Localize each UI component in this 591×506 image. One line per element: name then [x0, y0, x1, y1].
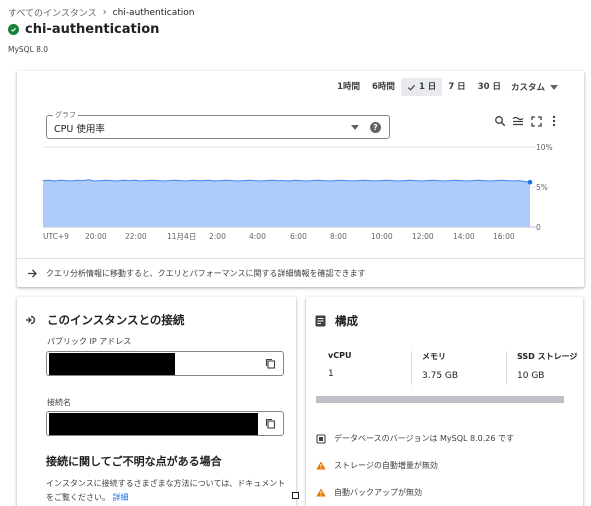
learn-more-link[interactable]: 詳細 [113, 493, 129, 502]
breadcrumb-current: chi-authentication [112, 7, 195, 18]
spec-storage: SSD ストレージ 10 GB [506, 351, 591, 385]
query-insights-banner[interactable]: クエリ分析情報に移動すると、クエリとパフォーマンスに関する詳細情報を確認できます [17, 258, 584, 287]
spec-table: vCPU 1 メモリ 3.75 GB SSD ストレージ 10 GB [318, 351, 591, 385]
status-storage-autoincrease: ストレージの自動増量が無効 [316, 460, 438, 471]
y-tick-label: 5% [536, 183, 548, 192]
spec-label: SSD ストレージ [517, 352, 578, 361]
check-circle-icon [8, 24, 19, 35]
configuration-title-row: 構成 [315, 313, 358, 329]
page-title: chi-authentication [25, 22, 160, 37]
x-tick-label: 12:00 [412, 232, 434, 241]
x-tick-label: 2:00 [209, 232, 226, 241]
breadcrumb: すべてのインスタンス › chi-authentication [8, 6, 194, 19]
x-tick-label: 16:00 [493, 232, 515, 241]
configuration-title: 構成 [335, 314, 358, 328]
status-text: ストレージの自動増量が無効 [334, 461, 438, 470]
x-tick-label: 4:00 [249, 232, 266, 241]
arrow-forward-icon [28, 269, 37, 277]
warning-icon [316, 488, 326, 497]
chevron-right-icon: › [102, 7, 107, 18]
cpu-usage-chart: 0 5% 10% UTC+9 20:00 22:00 11月4日 2:00 4:00 6:00 8:… [42, 143, 553, 241]
cpu-area [43, 179, 530, 227]
copy-icon[interactable] [265, 418, 276, 429]
status-auto-backup: 自動バックアップが無効 [316, 487, 422, 498]
breadcrumb-all-instances[interactable]: すべてのインスタンス [8, 6, 97, 19]
x-tick-label: 6:00 [290, 232, 307, 241]
database-icon [316, 433, 326, 444]
spec-value: 10 GB [517, 371, 545, 381]
y-tick-label: 0 [536, 223, 541, 232]
x-tick-label: UTC+9 [43, 232, 69, 241]
connection-title-row: このインスタンスとの接続 [25, 312, 184, 328]
connection-help-body: インスタンスに接続するさまざまな方法については、ドキュメントをご覧ください。 詳… [46, 477, 286, 505]
status-text: 自動バックアップが無効 [334, 488, 422, 497]
connection-name-field[interactable] [46, 411, 284, 436]
redacted-value [49, 353, 175, 375]
x-tick-label: 10:00 [371, 232, 393, 241]
y-tick-label: 10% [536, 143, 553, 152]
connection-help-title: 接続に関してご不明な点がある場合 [46, 455, 222, 468]
status-text: データベースのバージョンは MySQL 8.0.26 です [334, 434, 514, 443]
connection-card: このインスタンスとの接続 パブリック IP アドレス 接続名 接続に関してご不明… [17, 297, 296, 506]
redacted-value [49, 413, 258, 435]
spec-vcpu: vCPU 1 [318, 351, 411, 385]
spec-label: vCPU [328, 351, 352, 360]
title-row: chi-authentication [8, 22, 159, 37]
last-data-point [527, 179, 533, 185]
metrics-card: 1時間 6時間 1 日 7 日 30 日 カスタム グラフ CPU 使用率 ? [17, 71, 584, 287]
cursor-marker [292, 492, 299, 499]
query-insights-text: クエリ分析情報に移動すると、クエリとパフォーマンスに関する詳細情報を確認できます [46, 268, 366, 278]
spec-value: 1 [328, 369, 334, 379]
engine-version: MySQL 8.0 [8, 45, 49, 54]
list-alt-icon [315, 315, 326, 327]
spec-label: メモリ [422, 352, 446, 361]
x-tick-label: 14:00 [453, 232, 475, 241]
connection-help-text: インスタンスに接続するさまざまな方法については、ドキュメントをご覧ください。 [46, 479, 286, 502]
public-ip-field[interactable] [46, 351, 284, 376]
connection-title: このインスタンスとの接続 [47, 313, 185, 327]
status-db-version: データベースのバージョンは MySQL 8.0.26 です [316, 433, 514, 444]
copy-icon[interactable] [265, 358, 276, 369]
x-tick-label: 8:00 [330, 232, 347, 241]
warning-icon [316, 461, 326, 470]
x-tick-label: 22:00 [125, 232, 147, 241]
storage-usage-bar [316, 396, 564, 403]
spec-memory: メモリ 3.75 GB [411, 351, 506, 385]
spec-value: 3.75 GB [422, 371, 459, 381]
configuration-card: 構成 vCPU 1 メモリ 3.75 GB SSD ストレージ 10 GB デー… [306, 297, 583, 506]
connect-icon [26, 315, 36, 325]
x-tick-label: 11月4日 [167, 232, 196, 241]
connection-name-label: 接続名 [47, 398, 71, 407]
public-ip-label: パブリック IP アドレス [47, 337, 132, 346]
x-tick-label: 20:00 [85, 232, 107, 241]
